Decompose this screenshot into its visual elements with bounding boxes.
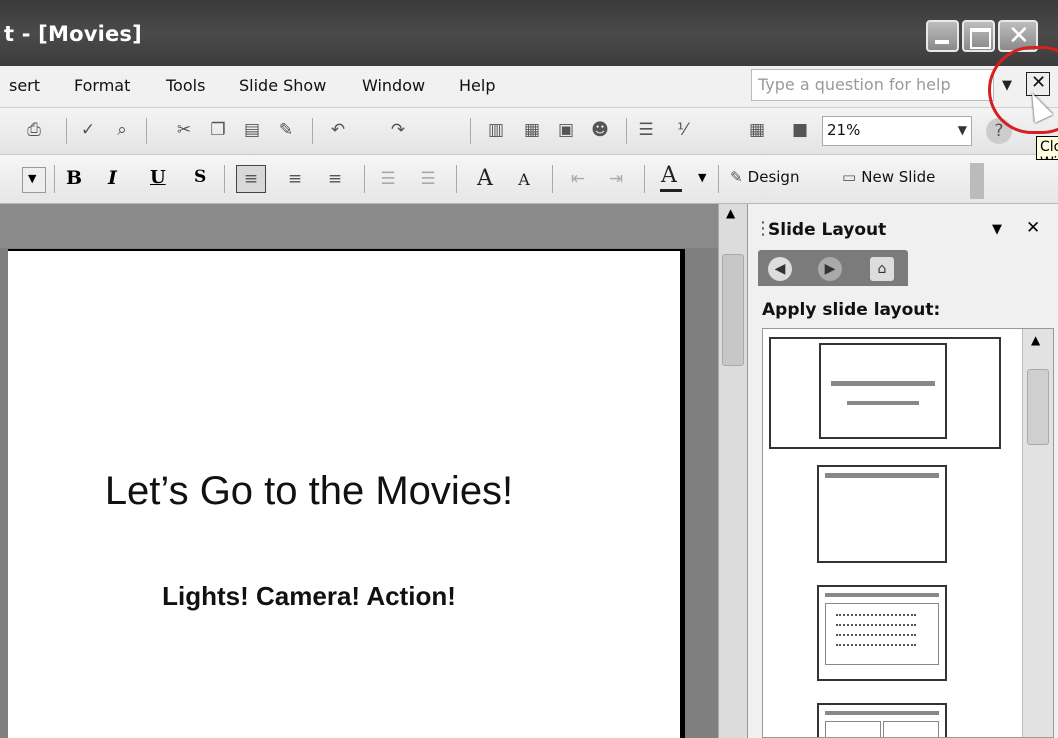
align-center-icon[interactable]: ≡ (280, 165, 310, 193)
toolbar-separator (54, 165, 55, 193)
design-button[interactable]: ✎ Design (730, 167, 799, 193)
italic-button[interactable]: I (108, 167, 117, 189)
back-icon[interactable]: ◀ (768, 257, 792, 281)
minimize-button[interactable] (926, 20, 959, 52)
research-icon[interactable]: ⌕ (110, 118, 134, 142)
bold-button[interactable]: B (66, 167, 82, 189)
toolbar-separator (626, 118, 627, 144)
toolbar-separator (552, 165, 553, 193)
minimize-icon (935, 40, 949, 44)
menu-insert[interactable]: sert (9, 76, 40, 95)
close-tooltip: Close Window (1036, 136, 1058, 160)
font-size-dropdown[interactable]: ▼ (22, 167, 46, 193)
undo-icon[interactable]: ↶ (326, 118, 350, 142)
scroll-thumb[interactable] (722, 254, 744, 366)
title-bar: t - [Movies] ✕ (0, 0, 1058, 68)
toolbar-separator (456, 165, 457, 193)
new-slide-label: New Slide (861, 168, 936, 186)
slide-canvas[interactable]: Let’s Go to the Movies! Lights! Camera! … (8, 249, 685, 738)
toolbar-separator (312, 118, 313, 144)
decrease-indent-icon[interactable]: ⇤ (564, 165, 592, 193)
toolbar-separator (66, 118, 67, 144)
bullets-icon[interactable]: ☰ (414, 165, 442, 193)
task-pane-menu-icon[interactable]: ▼ (992, 222, 1002, 237)
apply-layout-label: Apply slide layout: (762, 300, 941, 320)
design-label: Design (747, 168, 800, 186)
toolbar-separator (364, 165, 365, 193)
slide-subtitle[interactable]: Lights! Camera! Action! (8, 581, 610, 612)
task-pane-close-icon[interactable]: ✕ (1026, 218, 1040, 238)
toolbar-separator (470, 118, 471, 144)
task-pane: ⋮ Slide Layout ▼ ✕ ◀ ▶ ⌂ Apply slide lay… (747, 204, 1058, 738)
menu-slide-show[interactable]: Slide Show (239, 76, 326, 95)
grid-icon[interactable]: ▦ (745, 118, 769, 142)
print-preview-icon[interactable]: ⎙ (22, 118, 46, 142)
forward-icon[interactable]: ▶ (818, 257, 842, 281)
layout-title-text[interactable] (817, 585, 947, 681)
toolbar-options-icon[interactable] (970, 163, 984, 199)
toolbar-separator (224, 165, 225, 193)
layout-title-only[interactable] (817, 465, 947, 563)
spelling-icon[interactable]: ✓ (76, 118, 100, 142)
zoom-value: 21% (827, 121, 861, 139)
chart-icon[interactable]: ▥ (484, 118, 508, 142)
window-title: t - [Movies] (4, 22, 142, 46)
numbering-icon[interactable]: ☰ (374, 165, 402, 193)
shadow-button[interactable]: S (194, 167, 206, 187)
slide-title[interactable]: Let’s Go to the Movies! (8, 469, 610, 514)
expand-all-icon[interactable]: ☰ (634, 118, 658, 142)
help-search-input[interactable]: Type a question for help (751, 69, 994, 101)
menu-format[interactable]: Format (74, 76, 130, 95)
layout-list-scrollbar[interactable]: ▲ (1022, 329, 1053, 737)
task-pane-title: Slide Layout (768, 220, 887, 240)
design-icon: ✎ (730, 168, 743, 186)
table-icon[interactable]: ▦ (520, 118, 544, 142)
layout-list: ▲ (762, 328, 1054, 738)
slide-scrollbar[interactable]: ▲ (718, 204, 747, 738)
align-left-icon[interactable]: ≡ (236, 165, 266, 193)
layout-title-slide-selected[interactable] (769, 337, 1001, 449)
toolbar-separator (644, 165, 645, 193)
scroll-up-icon[interactable]: ▲ (726, 206, 735, 220)
new-slide-button[interactable]: ▭ New Slide (842, 167, 935, 193)
menu-window[interactable]: Window (362, 76, 425, 95)
home-icon[interactable]: ⌂ (870, 257, 894, 281)
font-color-label: A (661, 163, 677, 188)
standard-toolbar: ⎙ ✓ ⌕ ✂ ❐ ▤ ✎ ↶ ↷ ▥ ▦ ▣ ☻ ☰ ⅟ ▦ ■ 21% ▼ … (0, 108, 1058, 155)
underline-button[interactable]: U (150, 167, 166, 188)
maximize-icon (970, 28, 991, 49)
format-painter-icon[interactable]: ✎ (274, 118, 298, 142)
formatting-toolbar: ▼ B I U S ≡ ≡ ≡ ☰ ☰ A A ⇤ ⇥ A ▼ ✎ Design… (0, 155, 1058, 204)
chevron-down-icon: ▼ (28, 172, 37, 185)
menu-tools[interactable]: Tools (166, 76, 205, 95)
paste-icon[interactable]: ▤ (240, 118, 264, 142)
color-grayscale-icon[interactable]: ■ (788, 118, 812, 142)
cut-icon[interactable]: ✂ (172, 118, 196, 142)
increase-font-size-icon[interactable]: A (470, 163, 500, 193)
layout-two-content[interactable] (817, 703, 947, 737)
menu-help[interactable]: Help (459, 76, 495, 95)
toolbar-separator (718, 165, 719, 193)
align-right-icon[interactable]: ≡ (320, 165, 350, 193)
zoom-select[interactable]: 21% ▼ (822, 116, 972, 146)
layout-thumb-title (819, 343, 947, 439)
tooltip-text: Close Window (1040, 139, 1058, 159)
scroll-up-icon[interactable]: ▲ (1031, 333, 1040, 347)
task-pane-nav: ◀ ▶ ⌂ (758, 250, 908, 286)
work-area-header (0, 204, 718, 248)
new-slide-icon: ▭ (842, 168, 857, 186)
increase-indent-icon[interactable]: ⇥ (602, 165, 630, 193)
insert-picture-icon[interactable]: ☻ (588, 118, 612, 142)
font-color-button[interactable]: A (656, 163, 686, 195)
tables-borders-icon[interactable]: ▣ (554, 118, 578, 142)
chevron-down-icon: ▼ (957, 123, 967, 137)
redo-icon[interactable]: ↷ (386, 118, 410, 142)
maximize-button[interactable] (962, 20, 995, 52)
scroll-thumb[interactable] (1027, 369, 1049, 445)
chevron-down-icon[interactable]: ▼ (698, 171, 706, 184)
toolbar-separator (146, 118, 147, 144)
decrease-font-size-icon[interactable]: A (510, 165, 538, 193)
copy-icon[interactable]: ❐ (206, 118, 230, 142)
show-formatting-icon[interactable]: ⅟ (670, 118, 694, 142)
